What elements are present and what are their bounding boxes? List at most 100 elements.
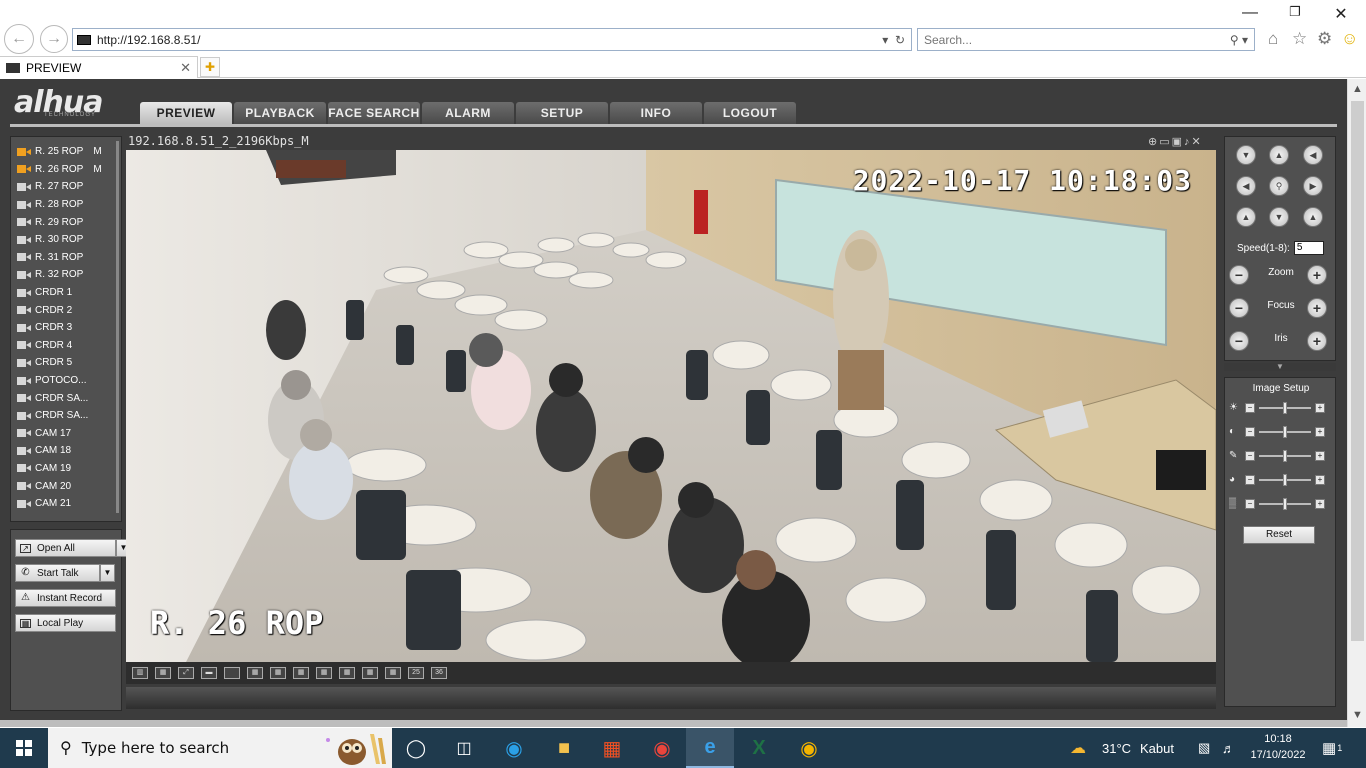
address-bar[interactable]: http://192.168.8.51/ ▾ ↻ xyxy=(72,28,912,51)
ptz-left-icon[interactable]: ◀ xyxy=(1236,176,1256,196)
ptz-collapse-icon[interactable]: ▼ xyxy=(1224,363,1336,371)
camera-item[interactable]: R. 26 ROP M xyxy=(13,161,117,179)
ptz-auto-icon[interactable]: ⚲ xyxy=(1269,176,1289,196)
ptz-right-icon[interactable]: ▶ xyxy=(1303,176,1323,196)
layout-8-icon[interactable]: ▦ xyxy=(293,667,309,679)
slider-knob[interactable] xyxy=(1283,402,1287,414)
ptz-up-icon[interactable]: ▲ xyxy=(1269,145,1289,165)
favorites-star-icon[interactable]: ☆ xyxy=(1292,29,1307,49)
slider-knob[interactable] xyxy=(1283,498,1287,510)
excel-icon[interactable]: X xyxy=(735,728,783,768)
iris-open-button[interactable]: + xyxy=(1307,331,1327,351)
camera-item[interactable]: CRDR SA... xyxy=(13,407,117,425)
increase-button[interactable]: + xyxy=(1315,403,1325,413)
system-clock[interactable]: 10:18 17/10/2022 xyxy=(1250,731,1306,763)
ratio-layout-icon[interactable]: ▦ xyxy=(155,667,171,679)
increase-button[interactable]: + xyxy=(1315,451,1325,461)
slider-knob[interactable] xyxy=(1283,474,1287,486)
open-all-button[interactable]: ↗ Open All ▼ xyxy=(15,539,131,557)
layout-1-icon[interactable] xyxy=(224,667,240,679)
fit-layout-icon[interactable]: ⤢ xyxy=(178,667,194,679)
tools-gear-icon[interactable]: ⚙ xyxy=(1317,29,1332,49)
ptz-up-left-icon[interactable]: ▼ xyxy=(1236,145,1256,165)
nav-logout[interactable]: LOGOUT xyxy=(704,102,796,124)
camera-item[interactable]: CRDR 1 xyxy=(13,284,117,302)
camera-item[interactable]: CRDR SA... xyxy=(13,389,117,407)
nav-alarm[interactable]: ALARM xyxy=(422,102,514,124)
focus-in-button[interactable]: + xyxy=(1307,298,1327,318)
ptz-down-icon[interactable]: ▼ xyxy=(1269,207,1289,227)
task-view-icon[interactable]: ◫ xyxy=(440,728,488,768)
microsoft-store-icon[interactable]: ▦ xyxy=(588,728,636,768)
notification-center-icon[interactable]: ▦ 1 xyxy=(1322,728,1342,768)
browser-search[interactable]: ⚲ ▾ xyxy=(917,28,1255,51)
weather-desc[interactable]: Kabut xyxy=(1140,728,1174,768)
decrease-button[interactable]: − xyxy=(1245,451,1255,461)
nav-info[interactable]: INFO xyxy=(610,102,702,124)
camera-item[interactable]: R. 25 ROP M xyxy=(13,143,117,161)
internet-explorer-icon[interactable]: e xyxy=(686,728,734,768)
search-icon[interactable]: ⚲ ▾ xyxy=(1230,33,1248,47)
layout-6-icon[interactable]: ▦ xyxy=(270,667,286,679)
layout-16-icon[interactable]: ▦ xyxy=(362,667,378,679)
close-tab-icon[interactable]: ✕ xyxy=(180,60,191,76)
camera-item[interactable]: CAM 19 xyxy=(13,460,117,478)
minimize-button[interactable]: — xyxy=(1235,4,1265,22)
home-icon[interactable]: ⌂ xyxy=(1268,29,1278,49)
start-talk-button[interactable]: ✆ Start Talk ▼ xyxy=(15,564,115,582)
camera-item[interactable]: CRDR 4 xyxy=(13,337,117,355)
chrome-icon[interactable]: ◉ xyxy=(785,728,833,768)
nav-setup[interactable]: SETUP xyxy=(516,102,608,124)
search-input[interactable] xyxy=(924,32,1230,47)
nav-playback[interactable]: PLAYBACK xyxy=(234,102,326,124)
camera-item[interactable]: R. 32 ROP xyxy=(13,266,117,284)
start-button[interactable] xyxy=(0,728,48,768)
camera-item[interactable]: CRDR 2 xyxy=(13,301,117,319)
slider-knob[interactable] xyxy=(1283,426,1287,438)
address-dropdown-refresh-icon[interactable]: ▾ ↻ xyxy=(882,33,905,47)
weather-temp[interactable]: 31°C xyxy=(1102,728,1131,768)
wide-layout-icon[interactable]: ▬ xyxy=(201,667,217,679)
ptz-down-left-icon[interactable]: ▲ xyxy=(1236,207,1256,227)
tab-preview[interactable]: PREVIEW ✕ xyxy=(0,56,198,78)
camera-item[interactable]: R. 30 ROP xyxy=(13,231,117,249)
camera-item[interactable]: CRDR 3 xyxy=(13,319,117,337)
scroll-down-icon[interactable]: ▼ xyxy=(1348,709,1366,721)
fullscreen-layout-icon[interactable]: ▥ xyxy=(132,667,148,679)
camera-item[interactable]: CAM 21 xyxy=(13,495,117,513)
camera-item[interactable]: R. 28 ROP xyxy=(13,196,117,214)
restore-button[interactable]: ❐ xyxy=(1280,4,1310,20)
video-viewport[interactable]: 2022-10-17 10:18:03 R. 26 ROP xyxy=(126,150,1216,662)
new-tab-button[interactable]: ✚ xyxy=(200,57,220,77)
decrease-button[interactable]: − xyxy=(1245,427,1255,437)
page-scrollbar[interactable]: ▲ ▼ xyxy=(1347,79,1366,727)
feedback-smiley-icon[interactable]: ☺ xyxy=(1341,29,1358,49)
local-play-button[interactable]: ▦ Local Play xyxy=(15,614,116,632)
nav-face-search[interactable]: FACE SEARCH xyxy=(328,102,420,124)
video-toolbar-icons[interactable]: ⊕▭▣♪✕ xyxy=(1148,135,1203,148)
layout-25-icon[interactable]: 25 xyxy=(408,667,424,679)
increase-button[interactable]: + xyxy=(1315,499,1325,509)
increase-button[interactable]: + xyxy=(1315,427,1325,437)
file-explorer-icon[interactable]: ■ xyxy=(540,728,588,768)
increase-button[interactable]: + xyxy=(1315,475,1325,485)
decrease-button[interactable]: − xyxy=(1245,475,1255,485)
camera-item[interactable]: CRDR 5 xyxy=(13,354,117,372)
camera-item[interactable]: R. 29 ROP xyxy=(13,213,117,231)
cortana-icon[interactable]: ◯ xyxy=(392,728,440,768)
camera-item[interactable]: R. 31 ROP xyxy=(13,249,117,267)
layout-20-icon[interactable]: ▦ xyxy=(385,667,401,679)
taskbar-search[interactable]: ⚲ Type here to search xyxy=(48,728,392,768)
camera-list-scrollbar[interactable] xyxy=(116,141,119,513)
layout-13-icon[interactable]: ▦ xyxy=(339,667,355,679)
nav-preview[interactable]: PREVIEW xyxy=(140,102,232,124)
back-button[interactable]: ← xyxy=(4,24,34,54)
ptz-down-right-icon[interactable]: ▲ xyxy=(1303,207,1323,227)
zoom-in-button[interactable]: + xyxy=(1307,265,1327,285)
start-talk-dropdown-icon[interactable]: ▼ xyxy=(100,564,115,582)
instant-record-button[interactable]: ⚠ Instant Record xyxy=(15,589,116,607)
network-icon[interactable]: ▧ xyxy=(1198,728,1210,768)
reset-button[interactable]: Reset xyxy=(1243,526,1315,544)
address-url[interactable]: http://192.168.8.51/ xyxy=(97,33,882,47)
camera-item[interactable]: R. 27 ROP xyxy=(13,178,117,196)
